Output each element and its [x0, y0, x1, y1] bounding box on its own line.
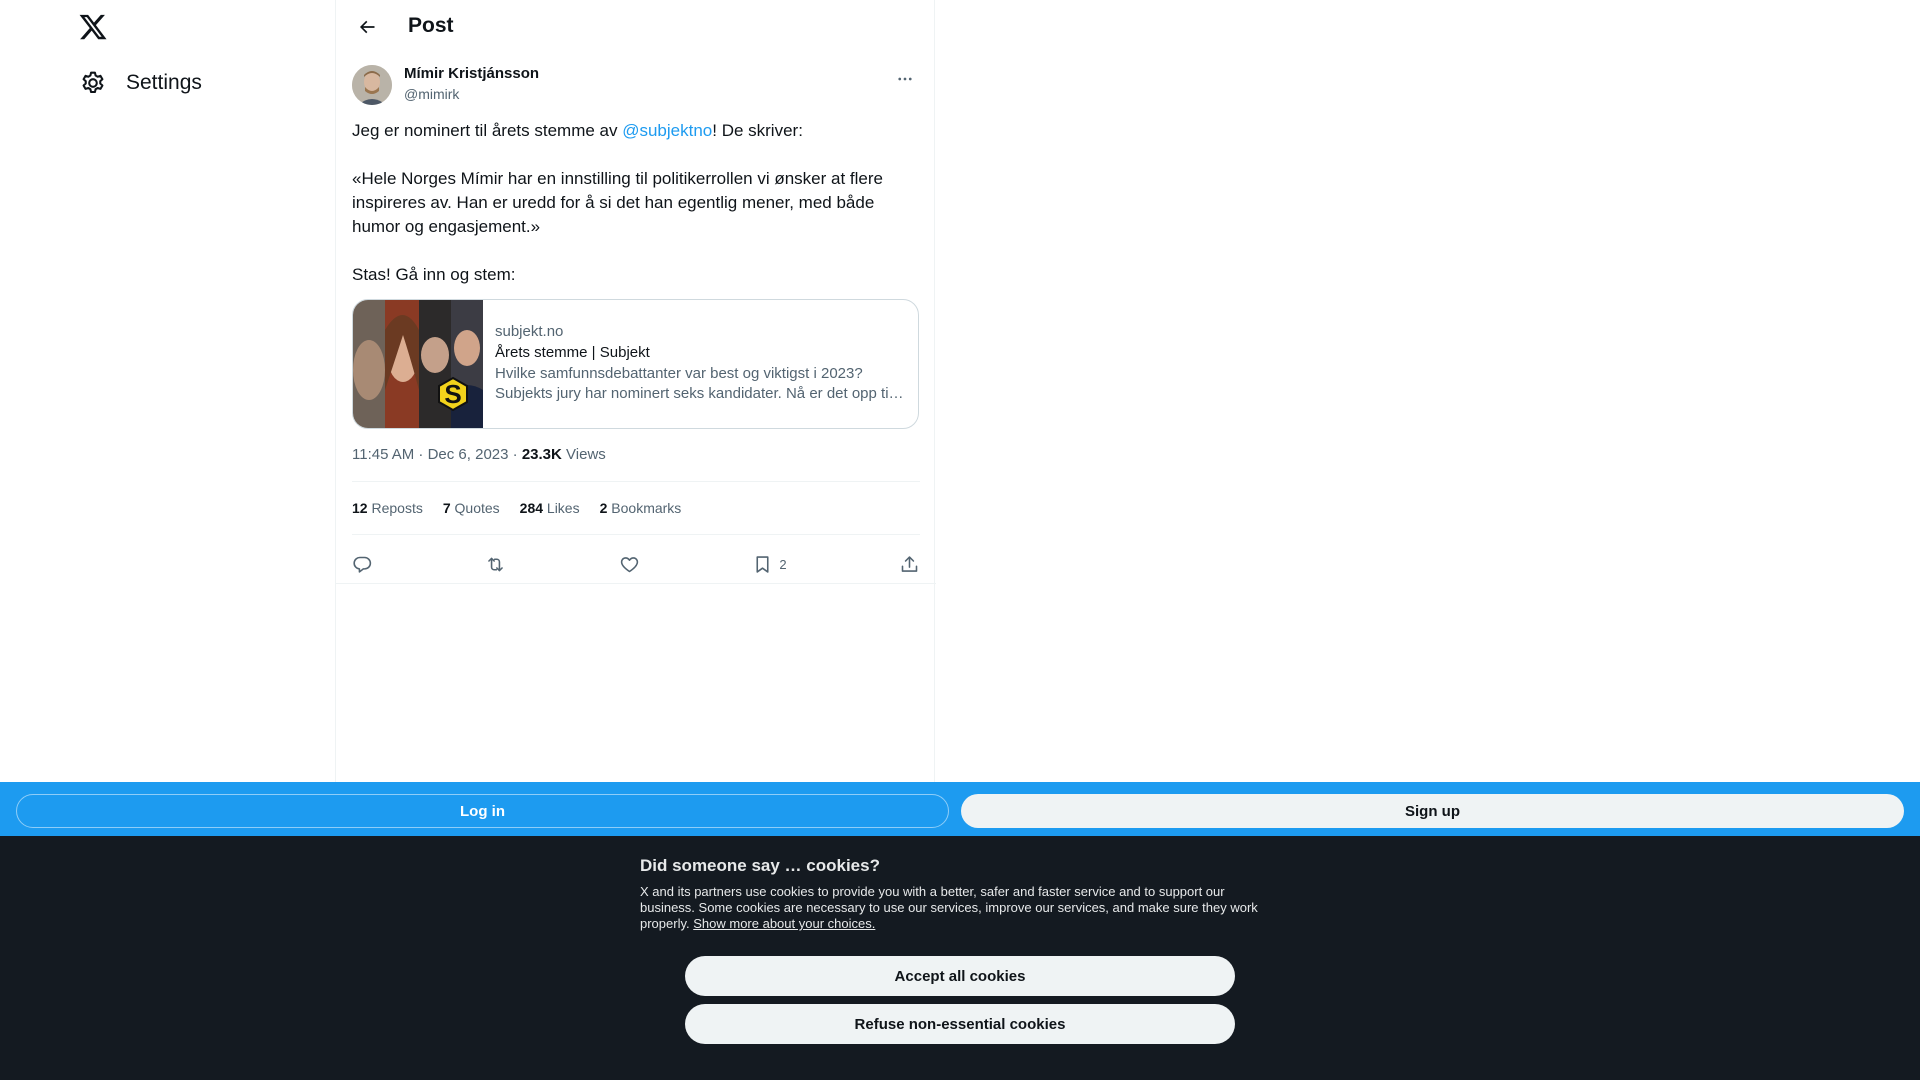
views-count: 23.3K — [521, 446, 562, 463]
page-title: Post — [408, 14, 454, 37]
card-image: S — [353, 300, 483, 428]
main-column: Post Mímir Kristjánsson @mimirk Jeg er n… — [335, 0, 936, 782]
heart-icon — [620, 556, 639, 572]
likes-label: Likes — [546, 500, 580, 516]
login-bar: Log in Sign up — [0, 782, 1920, 836]
repost-button[interactable] — [485, 554, 506, 575]
reposts-count: 12 — [352, 500, 368, 516]
author-name[interactable]: Mímir Kristjánsson — [404, 65, 539, 82]
meta-separator: · — [512, 446, 522, 463]
quotes-count: 7 — [442, 500, 451, 516]
views-label: Views — [566, 446, 606, 463]
post-actions: 2 — [352, 546, 920, 582]
bookmark-button[interactable]: 2 — [752, 554, 787, 575]
accept-cookies-button[interactable]: Accept all cookies — [685, 956, 1235, 996]
refuse-cookies-button[interactable]: Refuse non-essential cookies — [685, 1004, 1235, 1044]
post-text-segment: ! De skriver: — [712, 121, 803, 140]
divider — [336, 583, 936, 584]
card-description: Hvilke samfunnsdebattanter var best og v… — [495, 365, 892, 402]
post-text-segment: Jeg er nominert til årets stemme av — [352, 121, 623, 140]
post-stats: 12 Reposts 7 Quotes 284 Likes 2 Bookmark… — [352, 500, 681, 516]
divider — [352, 534, 920, 535]
back-button[interactable] — [351, 11, 383, 43]
mention-link[interactable]: @subjektno — [622, 121, 712, 140]
post-text: Jeg er nominert til årets stemme av @sub… — [352, 119, 920, 287]
likes-count: 284 — [519, 500, 544, 516]
sidebar-item-label: Settings — [126, 71, 202, 94]
card-body: subjekt.no Årets stemme | Subjekt Hvilke… — [483, 300, 918, 428]
cookie-choices-link[interactable]: Show more about your choices. — [693, 916, 875, 931]
sign-up-button[interactable]: Sign up — [961, 794, 1904, 828]
reply-button[interactable] — [352, 554, 373, 575]
post-closing: Stas! Gå inn og stem: — [352, 265, 516, 284]
bookmarks-count: 2 — [599, 500, 608, 516]
cookie-title: Did someone say … cookies? — [640, 856, 880, 875]
x-logo-icon[interactable] — [78, 12, 110, 44]
sidebar-item-settings[interactable]: Settings — [80, 68, 202, 98]
ellipsis-icon — [898, 77, 912, 81]
post-meta: 11:45 AM · Dec 6, 2023 · 23.3K Views — [352, 446, 606, 463]
reposts-label: Reposts — [371, 500, 423, 516]
card-domain: subjekt.no — [495, 323, 564, 340]
bookmark-icon — [756, 555, 769, 573]
reply-icon — [353, 556, 372, 573]
like-button[interactable] — [619, 554, 640, 575]
more-options-button[interactable] — [890, 64, 920, 94]
share-icon — [901, 555, 918, 572]
gear-icon — [80, 70, 106, 96]
share-button[interactable] — [899, 554, 920, 575]
repost-icon — [488, 557, 504, 571]
author-handle[interactable]: @mimirk — [404, 86, 459, 102]
page-header: Post — [336, 0, 936, 53]
cookie-banner: Did someone say … cookies? X and its par… — [0, 836, 1920, 1080]
bookmarks-stat[interactable]: 2 Bookmarks — [600, 500, 682, 516]
subjekt-logo: S — [444, 379, 461, 409]
arrow-left-icon — [359, 20, 375, 34]
link-card[interactable]: S subjekt.no Årets stemme | Subjekt Hvil… — [352, 299, 919, 429]
bookmarks-label: Bookmarks — [611, 500, 682, 516]
post-timestamp[interactable]: 11:45 AM · Dec 6, 2023 — [352, 446, 508, 463]
bookmark-count: 2 — [779, 556, 787, 572]
log-in-button[interactable]: Log in — [16, 794, 949, 828]
post-quote: «Hele Norges Mímir har en innstilling ti… — [352, 169, 883, 236]
left-sidebar: Settings — [0, 0, 335, 782]
cookie-text: X and its partners use cookies to provid… — [640, 884, 1280, 932]
post-text-line: Jeg er nominert til årets stemme av @sub… — [352, 119, 920, 143]
quotes-label: Quotes — [454, 500, 500, 516]
quotes-stat[interactable]: 7 Quotes — [443, 500, 500, 516]
card-title: Årets stemme | Subjekt — [495, 344, 650, 361]
reposts-stat[interactable]: 12 Reposts — [352, 500, 423, 516]
likes-stat[interactable]: 284 Likes — [520, 500, 580, 516]
divider — [352, 481, 920, 482]
avatar[interactable] — [352, 65, 392, 105]
